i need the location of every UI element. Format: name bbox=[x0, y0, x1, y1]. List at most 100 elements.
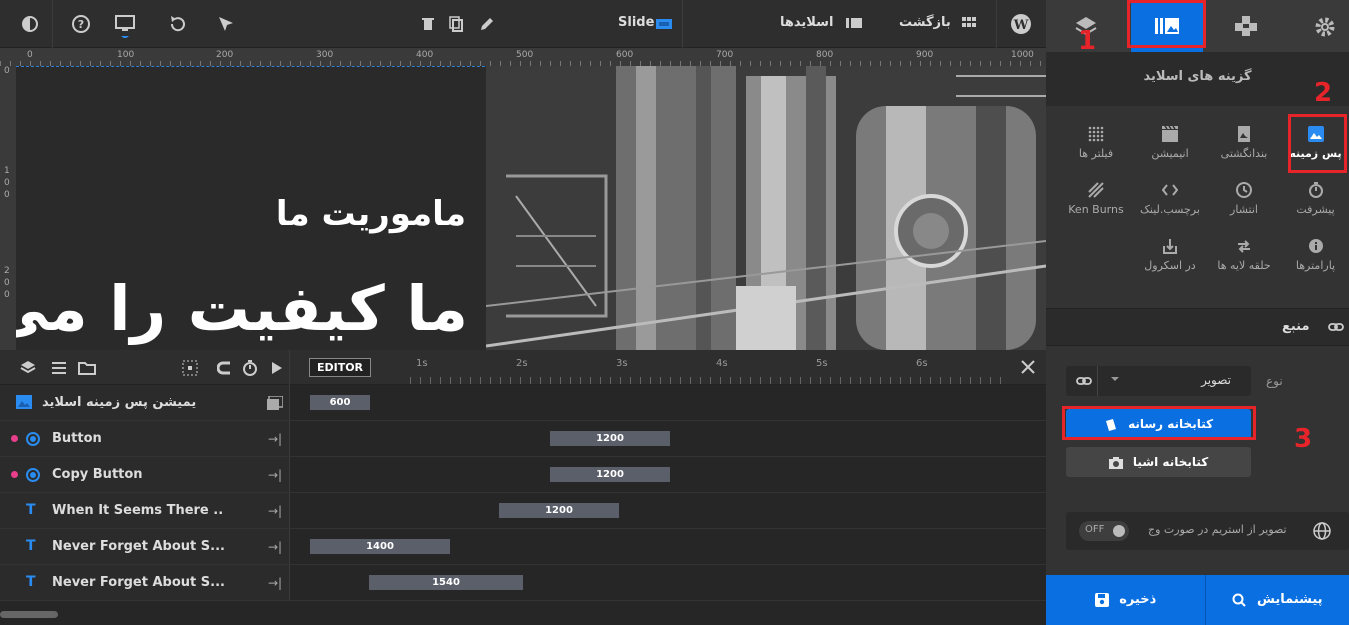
timeline-row-background[interactable]: یمیشن پس زمینه اسلاید 600 bbox=[0, 385, 1046, 421]
layers-icon[interactable] bbox=[20, 360, 36, 376]
text-layer-icon: T bbox=[26, 502, 36, 518]
tab-addons[interactable] bbox=[1206, 0, 1286, 52]
arrow-in-icon[interactable]: →| bbox=[268, 432, 282, 446]
option-progress[interactable]: پیشرفت bbox=[1282, 182, 1349, 216]
row-label: Copy Button bbox=[52, 467, 143, 482]
ruler-mark: 900 bbox=[916, 50, 934, 60]
option-label: برچسب.لینک bbox=[1140, 203, 1200, 216]
search-icon bbox=[1232, 593, 1247, 607]
text-layer-icon: T bbox=[26, 538, 36, 554]
time-mark: 4s bbox=[716, 358, 728, 369]
timeline-row-text[interactable]: T Never Forget About S... →| 1400 bbox=[0, 529, 1046, 565]
timeline-bar[interactable]: 1200 bbox=[550, 431, 670, 446]
type-value: تصویر bbox=[1201, 373, 1231, 387]
option-animation[interactable]: انیمیشن bbox=[1133, 126, 1207, 160]
timer-icon[interactable] bbox=[242, 359, 258, 377]
toggle-switch[interactable]: OFF bbox=[1079, 521, 1129, 541]
arrow-in-icon[interactable]: →| bbox=[268, 540, 282, 554]
arrow-in-icon[interactable]: →| bbox=[268, 576, 282, 590]
option-label: انیمیشن bbox=[1151, 147, 1189, 160]
desktop-icon[interactable] bbox=[115, 14, 135, 38]
save-button[interactable]: ذخیره bbox=[1046, 575, 1205, 625]
grid-select-icon[interactable] bbox=[182, 360, 198, 376]
option-thumbnail[interactable]: بندانگشتی bbox=[1207, 126, 1281, 160]
arrow-in-icon[interactable]: →| bbox=[268, 468, 282, 482]
timeline-row-copy-button[interactable]: Copy Button →| 1200 bbox=[0, 457, 1046, 493]
slide-headline[interactable]: ما کیفیت را می bbox=[16, 272, 468, 345]
source-section-header[interactable]: منبع bbox=[1046, 308, 1349, 346]
arrow-in-icon[interactable]: →| bbox=[268, 504, 282, 518]
time-mark: 5s bbox=[816, 358, 828, 369]
timeline-row-text[interactable]: T Never Forget About S... →| 1540 bbox=[0, 565, 1046, 601]
chevron-down-icon bbox=[1110, 374, 1120, 384]
play-icon[interactable] bbox=[270, 360, 284, 376]
option-label: فیلتر ها bbox=[1078, 147, 1114, 160]
close-icon[interactable] bbox=[1019, 358, 1037, 376]
object-library-label: کتابخانه اشیا bbox=[1132, 455, 1209, 469]
option-publish[interactable]: انتشار bbox=[1207, 182, 1281, 216]
ruler-mark: 600 bbox=[616, 50, 634, 60]
time-mark: 6s bbox=[916, 358, 928, 369]
wordpress-icon[interactable]: W bbox=[1010, 13, 1031, 34]
source-label: منبع bbox=[1282, 319, 1310, 334]
horizontal-scrollbar[interactable] bbox=[0, 603, 1046, 625]
ruler-mark: 400 bbox=[416, 50, 434, 60]
folder-icon[interactable] bbox=[78, 360, 96, 376]
slide-subtitle[interactable]: ماموریت ما bbox=[276, 194, 466, 234]
gallery-icon[interactable] bbox=[267, 396, 283, 410]
timeline-row-text[interactable]: T When It Seems There .. →| 1200 bbox=[0, 493, 1046, 529]
slide-title[interactable]: Slide bbox=[618, 15, 654, 30]
globe-icon bbox=[1313, 522, 1331, 540]
magnet-icon[interactable] bbox=[217, 360, 233, 376]
trash-icon[interactable] bbox=[418, 14, 438, 34]
timeline-bar[interactable]: 1540 bbox=[369, 575, 523, 590]
link-icon bbox=[1076, 373, 1092, 389]
row-label: Never Forget About S... bbox=[52, 539, 225, 554]
undo-icon[interactable] bbox=[167, 14, 187, 34]
editor-button[interactable]: EDITOR bbox=[309, 358, 371, 377]
toggle-label: OFF bbox=[1085, 524, 1105, 535]
ruler-mark: 100 bbox=[117, 50, 135, 60]
option-label: پیشرفت bbox=[1296, 203, 1335, 216]
stream-option: OFF تصویر از استریم در صورت وج bbox=[1066, 512, 1349, 550]
type-select[interactable]: تصویر bbox=[1066, 366, 1251, 396]
slides-icon[interactable] bbox=[846, 16, 866, 36]
ruler-mark: 0 bbox=[4, 178, 10, 188]
option-layer-loop[interactable]: حلقه لایه ها bbox=[1207, 238, 1281, 272]
timeline-bar[interactable]: 1200 bbox=[550, 467, 670, 482]
tab-settings[interactable] bbox=[1286, 0, 1349, 52]
ruler-mark: 300 bbox=[316, 50, 334, 60]
svg-text:W: W bbox=[1013, 18, 1029, 33]
option-on-scroll[interactable]: در اسکرول bbox=[1133, 238, 1207, 272]
timeline-bar[interactable]: 1200 bbox=[499, 503, 619, 518]
slides-label[interactable]: اسلایدها bbox=[780, 15, 833, 30]
ruler-horizontal: 0 100 200 300 400 500 600 700 800 900 10… bbox=[0, 48, 1046, 66]
option-filters[interactable]: فیلتر ها bbox=[1059, 126, 1133, 160]
back-label[interactable]: بازگشت bbox=[899, 15, 951, 30]
row-label: When It Seems There .. bbox=[52, 503, 224, 518]
option-label: Ken Burns bbox=[1068, 203, 1124, 216]
annotation-number: 2 bbox=[1314, 78, 1333, 108]
option-parameters[interactable]: پارامترها bbox=[1282, 238, 1349, 272]
slide-canvas[interactable]: ماموریت ما ما کیفیت را می bbox=[16, 66, 1046, 350]
option-label: حلقه لایه ها bbox=[1217, 259, 1271, 272]
option-ken-burns[interactable]: Ken Burns bbox=[1059, 182, 1133, 216]
duplicate-icon[interactable] bbox=[447, 14, 467, 34]
timeline-bar[interactable]: 600 bbox=[310, 395, 370, 410]
ruler-mark: 2 bbox=[4, 266, 10, 276]
selected-dot bbox=[11, 471, 18, 478]
edit-icon[interactable] bbox=[477, 14, 497, 34]
timeline-panel: EDITOR 1s 2s 3s 4s 5s 6s یمیشن پس زمینه … bbox=[0, 350, 1046, 603]
timeline-bar[interactable]: 1400 bbox=[310, 539, 450, 554]
grid-icon[interactable] bbox=[962, 17, 982, 37]
timeline-row-button[interactable]: Button →| 1200 bbox=[0, 421, 1046, 457]
ruler-mark: 0 bbox=[4, 66, 10, 76]
object-library-button[interactable]: کتابخانه اشیا bbox=[1066, 447, 1251, 477]
option-tag-link[interactable]: برچسب.لینک bbox=[1133, 182, 1207, 216]
menu-icon[interactable] bbox=[51, 360, 67, 376]
preview-button[interactable]: پیشنمایش bbox=[1206, 575, 1349, 625]
ruler-mark: 800 bbox=[816, 50, 834, 60]
pointer-icon[interactable] bbox=[216, 14, 236, 34]
contrast-icon[interactable] bbox=[20, 14, 40, 34]
help-icon[interactable]: ? bbox=[71, 14, 91, 34]
